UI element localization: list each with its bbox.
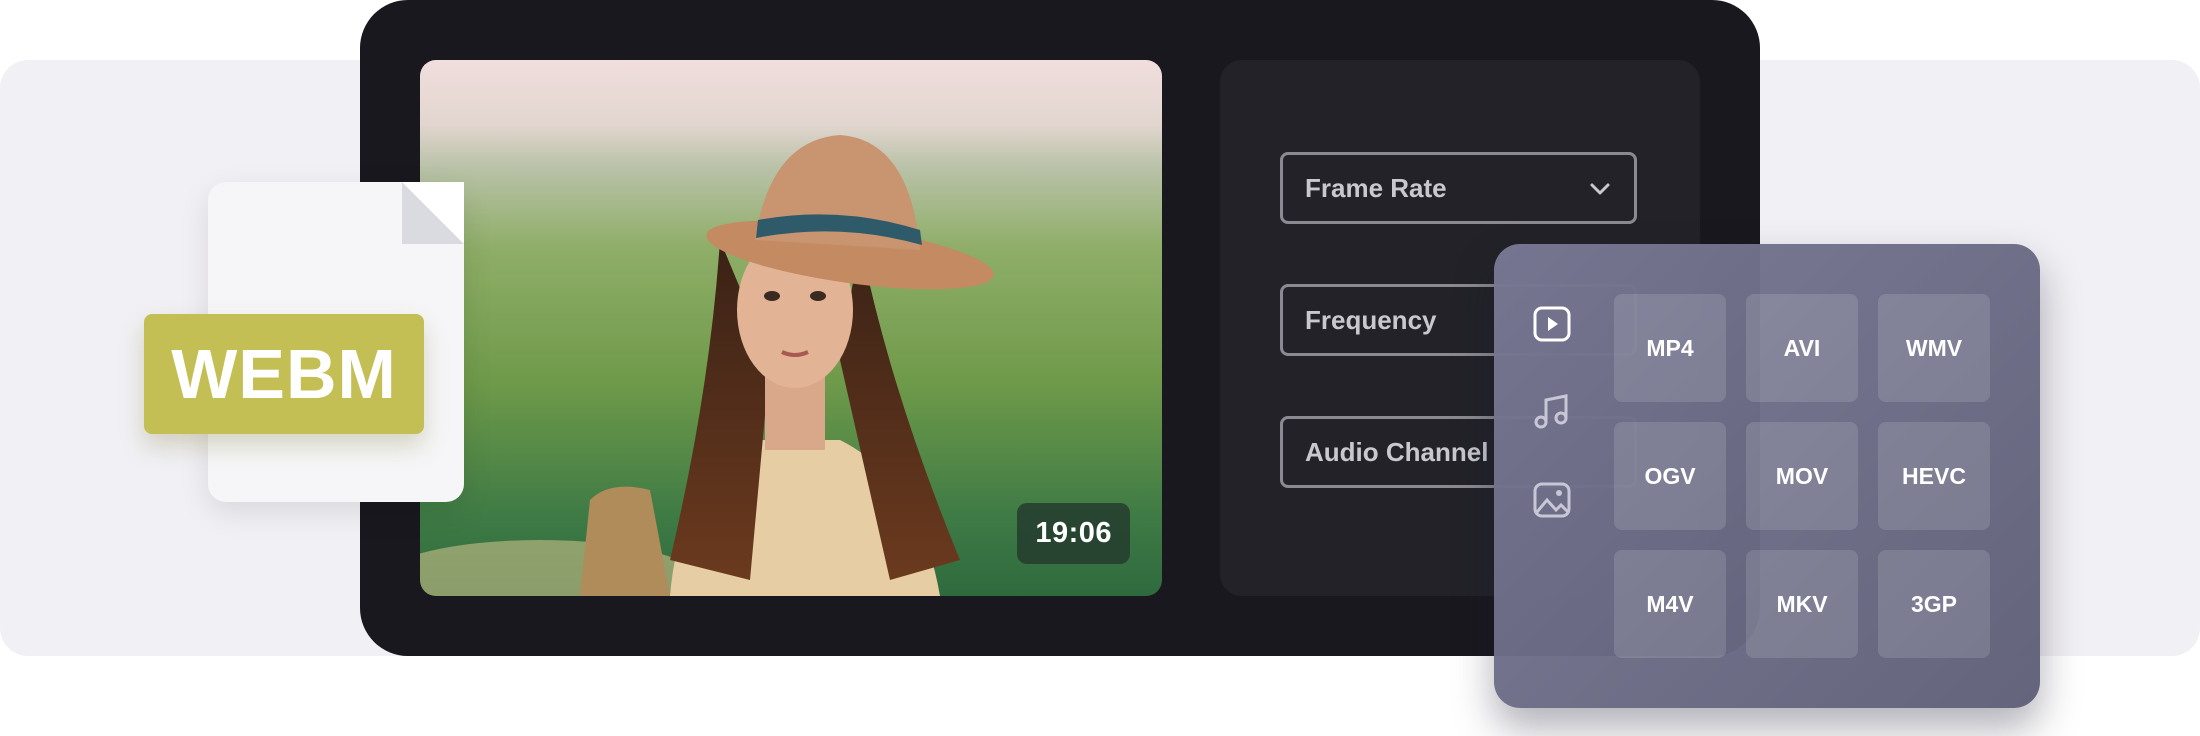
- format-avi-button[interactable]: AVI: [1746, 294, 1858, 402]
- audio-channel-label: Audio Channel: [1305, 436, 1489, 467]
- source-format-badge: WEBM: [144, 314, 424, 434]
- frame-rate-dropdown[interactable]: Frame Rate: [1280, 152, 1637, 224]
- format-mkv-button[interactable]: MKV: [1746, 550, 1858, 658]
- format-hevc-button[interactable]: HEVC: [1878, 422, 1990, 530]
- format-picker-panel: MP4 AVI WMV OGV MOV HEVC M4V MKV 3GP: [1494, 244, 2040, 708]
- format-mp4-button[interactable]: MP4: [1614, 294, 1726, 402]
- format-m4v-button[interactable]: M4V: [1614, 550, 1726, 658]
- image-icon[interactable]: [1532, 480, 1572, 520]
- format-ogv-button[interactable]: OGV: [1614, 422, 1726, 530]
- format-mov-button[interactable]: MOV: [1746, 422, 1858, 530]
- music-icon[interactable]: [1532, 392, 1572, 432]
- format-wmv-button[interactable]: WMV: [1878, 294, 1990, 402]
- video-preview[interactable]: 19:06: [420, 60, 1162, 596]
- frequency-label: Frequency: [1305, 304, 1437, 335]
- chevron-down-icon: [1590, 183, 1610, 195]
- frame-rate-label: Frame Rate: [1305, 172, 1447, 203]
- duration-badge: 19:06: [1017, 503, 1130, 564]
- format-3gp-button[interactable]: 3GP: [1878, 550, 1990, 658]
- video-icon[interactable]: [1532, 304, 1572, 344]
- file-corner-fold: [402, 182, 464, 244]
